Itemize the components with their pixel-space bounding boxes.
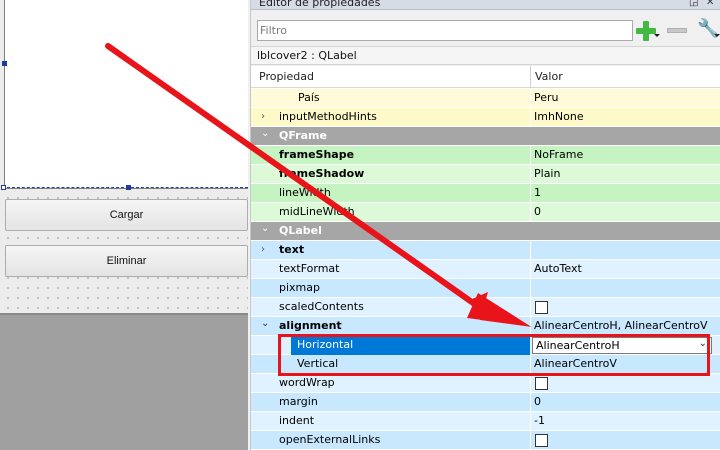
property-name: Vertical xyxy=(297,357,339,370)
table-row[interactable]: lineWidth 1 xyxy=(251,184,720,203)
load-button[interactable]: Cargar xyxy=(5,199,248,231)
table-row[interactable]: margin 0 xyxy=(251,393,720,412)
property-name: openExternalLinks xyxy=(279,433,381,446)
property-editor-title: Editor de propiedades xyxy=(259,0,381,9)
table-header: Propiedad Valor xyxy=(251,66,720,88)
property-name: País xyxy=(298,91,320,104)
form-surface[interactable]: Cargar Eliminar xyxy=(0,0,248,315)
property-editor-title-bar: Editor de propiedades ◲ ✕ xyxy=(251,0,720,10)
property-name: midLineWidth xyxy=(279,205,355,218)
selection-outline xyxy=(2,187,248,188)
property-value[interactable]: 1 xyxy=(534,186,541,199)
property-name: alignment xyxy=(279,319,342,332)
table-row-selected[interactable]: Horizontal AlinearCentroH ⌄ xyxy=(251,336,720,355)
table-row[interactable]: País Peru xyxy=(251,89,720,108)
table-row[interactable]: ⌄ alignment AlinearCentroH, AlinearCentr… xyxy=(251,317,720,336)
table-row[interactable]: pixmap xyxy=(251,279,720,298)
wrench-configure-icon[interactable]: 🔧 xyxy=(697,18,719,42)
resize-handle-left[interactable] xyxy=(2,61,7,66)
add-property-icon[interactable] xyxy=(635,20,657,42)
expand-chevron-icon[interactable]: › xyxy=(261,111,265,122)
resize-handle-bottom-left[interactable] xyxy=(1,185,6,190)
property-name: text xyxy=(279,243,305,256)
property-name: indent xyxy=(279,414,315,427)
close-panel-icon[interactable]: ✕ xyxy=(706,0,714,10)
property-name: frameShadow xyxy=(279,167,365,180)
table-row[interactable]: Vertical AlinearCentroV xyxy=(251,355,720,374)
property-value[interactable]: Peru xyxy=(534,91,559,104)
delete-button-label: Eliminar xyxy=(106,255,147,267)
delete-button[interactable]: Eliminar xyxy=(5,245,248,277)
word-wrap-checkbox[interactable] xyxy=(535,377,548,390)
property-name: lineWidth xyxy=(279,186,331,199)
open-external-links-checkbox[interactable] xyxy=(535,434,548,447)
column-header-property[interactable]: Propiedad xyxy=(259,70,314,83)
property-value[interactable]: Plain xyxy=(534,167,560,180)
property-value[interactable]: 0 xyxy=(534,205,541,218)
table-row[interactable]: scaledContents xyxy=(251,298,720,317)
combobox-value: AlinearCentroH xyxy=(536,339,620,352)
property-value[interactable]: ImhNone xyxy=(534,110,584,123)
property-value[interactable]: 0 xyxy=(534,395,541,408)
property-value[interactable]: AlinearCentroH, AlinearCentroV xyxy=(534,319,708,332)
property-name: frameShape xyxy=(279,148,355,161)
column-header-value[interactable]: Valor xyxy=(535,70,563,83)
category-name: QFrame xyxy=(279,129,327,142)
table-row[interactable]: wordWrap xyxy=(251,374,720,393)
resize-handle-bottom[interactable] xyxy=(126,185,131,190)
property-name: inputMethodHints xyxy=(279,110,377,123)
property-name: Horizontal xyxy=(297,338,354,351)
property-value[interactable]: NoFrame xyxy=(534,148,583,161)
horizontal-alignment-combobox[interactable]: AlinearCentroH ⌄ xyxy=(532,337,712,354)
table-row[interactable]: openExternalLinks xyxy=(251,431,720,450)
table-row[interactable]: frameShape NoFrame xyxy=(251,146,720,165)
collapse-chevron-icon[interactable]: ⌄ xyxy=(261,318,269,329)
collapse-chevron-icon[interactable]: ⌄ xyxy=(261,223,269,234)
property-value[interactable]: AlinearCentroV xyxy=(534,357,617,370)
scaled-contents-checkbox[interactable] xyxy=(535,301,548,314)
table-row[interactable]: › text xyxy=(251,241,720,260)
load-button-label: Cargar xyxy=(109,209,144,221)
category-row-qlabel[interactable]: ⌄ QLabel xyxy=(251,222,720,241)
property-name: textFormat xyxy=(279,262,340,275)
category-row-qframe[interactable]: ⌄ QFrame xyxy=(251,127,720,146)
table-row[interactable]: indent -1 xyxy=(251,412,720,431)
property-name: margin xyxy=(279,395,318,408)
property-table: Propiedad Valor País Peru › inputMethodH… xyxy=(251,66,720,450)
property-name: wordWrap xyxy=(279,376,335,389)
table-row[interactable]: textFormat AutoText xyxy=(251,260,720,279)
configure-dropdown-icon[interactable] xyxy=(714,34,720,37)
remove-property-icon[interactable] xyxy=(667,28,687,33)
add-property-dropdown-icon[interactable] xyxy=(654,34,660,37)
category-name: QLabel xyxy=(279,224,322,237)
selected-label-widget[interactable] xyxy=(4,0,248,189)
property-editor-panel: Editor de propiedades ◲ ✕ 🔧 lblcover2 : … xyxy=(250,0,720,450)
float-panel-icon[interactable]: ◲ xyxy=(689,0,698,10)
expand-chevron-icon[interactable]: › xyxy=(261,244,265,255)
property-name: pixmap xyxy=(279,281,320,294)
filter-input[interactable] xyxy=(257,20,633,41)
property-value[interactable]: AutoText xyxy=(534,262,582,275)
table-row[interactable]: frameShadow Plain xyxy=(251,165,720,184)
property-value[interactable]: -1 xyxy=(534,414,545,427)
chevron-down-icon[interactable]: ⌄ xyxy=(699,338,707,349)
table-row[interactable]: midLineWidth 0 xyxy=(251,203,720,222)
table-row[interactable]: › inputMethodHints ImhNone xyxy=(251,108,720,127)
selected-object-label: lblcover2 : QLabel xyxy=(251,46,720,65)
form-designer-canvas[interactable]: Cargar Eliminar xyxy=(0,0,248,450)
collapse-chevron-icon[interactable]: ⌄ xyxy=(261,128,269,139)
property-name: scaledContents xyxy=(279,300,364,313)
